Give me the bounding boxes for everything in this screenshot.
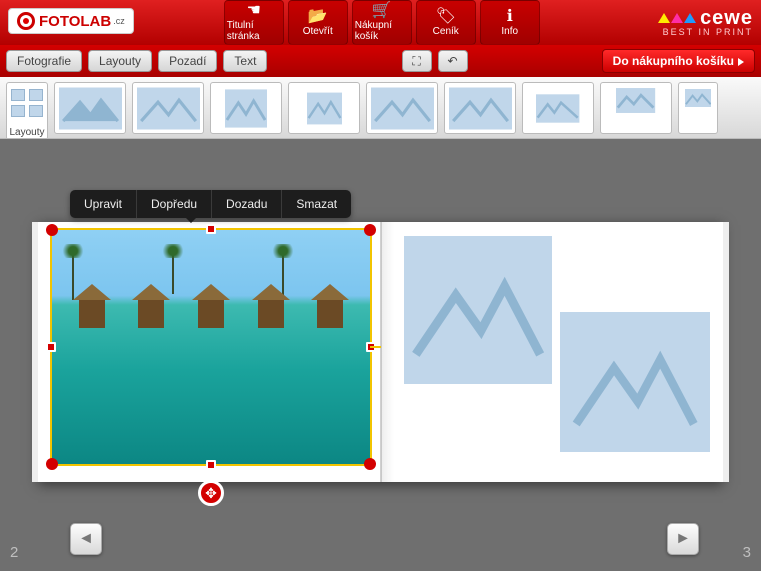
brand-logo: FOTOLAB.cz [8,8,134,34]
folder-icon: 📂 [308,9,328,25]
info-button[interactable]: ℹInfo [480,0,540,45]
fullscreen-button[interactable]: ⛶ [402,50,432,72]
resize-handle-tr[interactable] [364,224,376,236]
header-buttons: ☚Titulní stránka 📂Otevřít 🛒Nákupní košík… [224,0,540,45]
tab-photos[interactable]: Fotografie [6,50,82,72]
fullscreen-icon: ⛶ [412,54,420,69]
next-page-button[interactable]: ► [667,523,699,555]
resize-handle-b[interactable] [206,460,216,470]
main-toolbar: Fotografie Layouty Pozadí Text ⛶ ↶ Do ná… [0,45,761,77]
layout-strip: Layouty [0,77,761,139]
shopping-cart-button[interactable]: 🛒Nákupní košík [352,0,412,45]
info-icon: ℹ [507,9,513,25]
layout-thumb[interactable] [600,82,672,134]
context-menu-pointer [185,217,197,223]
resize-handle-bl[interactable] [46,458,58,470]
ctx-backward[interactable]: Dozadu [212,190,282,218]
chevron-left-icon: ◄ [78,530,94,548]
page-number-right: 3 [743,544,751,561]
photo-placeholder[interactable] [404,236,552,384]
ctx-edit[interactable]: Upravit [70,190,137,218]
layout-thumb[interactable] [678,82,718,134]
undo-icon: ↶ [448,54,458,68]
ctx-forward[interactable]: Dopředu [137,190,212,218]
layout-thumb[interactable] [444,82,516,134]
selected-photo-frame[interactable]: ✥ [50,228,372,466]
logo-suffix: .cz [113,16,125,26]
editor-stage: Upravit Dopředu Dozadu Smazat [0,162,761,531]
layout-category-tile[interactable]: Layouty [6,82,48,139]
move-handle[interactable]: ✥ [198,480,224,506]
open-button[interactable]: 📂Otevřít [288,0,348,45]
home-button[interactable]: ☚Titulní stránka [224,0,284,45]
logo-text: FOTOLAB [39,13,111,30]
photo-beach-image [52,230,370,464]
photo-placeholder[interactable] [560,312,710,452]
logo-icon [17,12,35,30]
layout-thumb[interactable] [132,82,204,134]
ctx-delete[interactable]: Smazat [282,190,351,218]
add-to-cart-button[interactable]: Do nákupního košíku [602,49,755,73]
context-menu: Upravit Dopředu Dozadu Smazat [70,190,351,218]
partner-tagline: BEST IN PRINT [658,27,753,37]
page-edge-right [723,222,729,482]
undo-button[interactable]: ↶ [438,50,468,72]
resize-handle-tl[interactable] [46,224,58,236]
tab-layouts[interactable]: Layouty [88,50,152,72]
chevron-right-icon: ► [675,530,691,548]
layout-thumb[interactable] [210,82,282,134]
app-header: FOTOLAB.cz ☚Titulní stránka 📂Otevřít 🛒Ná… [0,0,761,45]
resize-handle-t[interactable] [206,224,216,234]
layout-category-label: Layouty [9,127,44,138]
layout-thumb[interactable] [366,82,438,134]
tab-text[interactable]: Text [223,50,267,72]
cart-icon: 🛒 [372,3,392,19]
tab-backgrounds[interactable]: Pozadí [158,50,217,72]
layout-thumb[interactable] [522,82,594,134]
page-left[interactable]: Upravit Dopředu Dozadu Smazat [38,222,381,482]
pricelist-button[interactable]: 🏷Ceník [416,0,476,45]
layout-thumb[interactable] [54,82,126,134]
chevron-right-icon [738,58,744,66]
cewe-triangles-icon [658,13,696,23]
tag-icon: 🏷 [436,9,456,25]
prev-page-button[interactable]: ◄ [70,523,102,555]
layout-thumb[interactable] [288,82,360,134]
page-number-left: 2 [10,544,18,561]
partner-brand: cewe BEST IN PRINT [658,0,753,45]
page-right[interactable] [381,222,724,482]
resize-handle-br[interactable] [364,458,376,470]
book-spread: Upravit Dopředu Dozadu Smazat [38,222,723,482]
resize-handle-l[interactable] [46,342,56,352]
partner-name: cewe [700,9,753,27]
home-icon: ☚ [247,3,261,19]
